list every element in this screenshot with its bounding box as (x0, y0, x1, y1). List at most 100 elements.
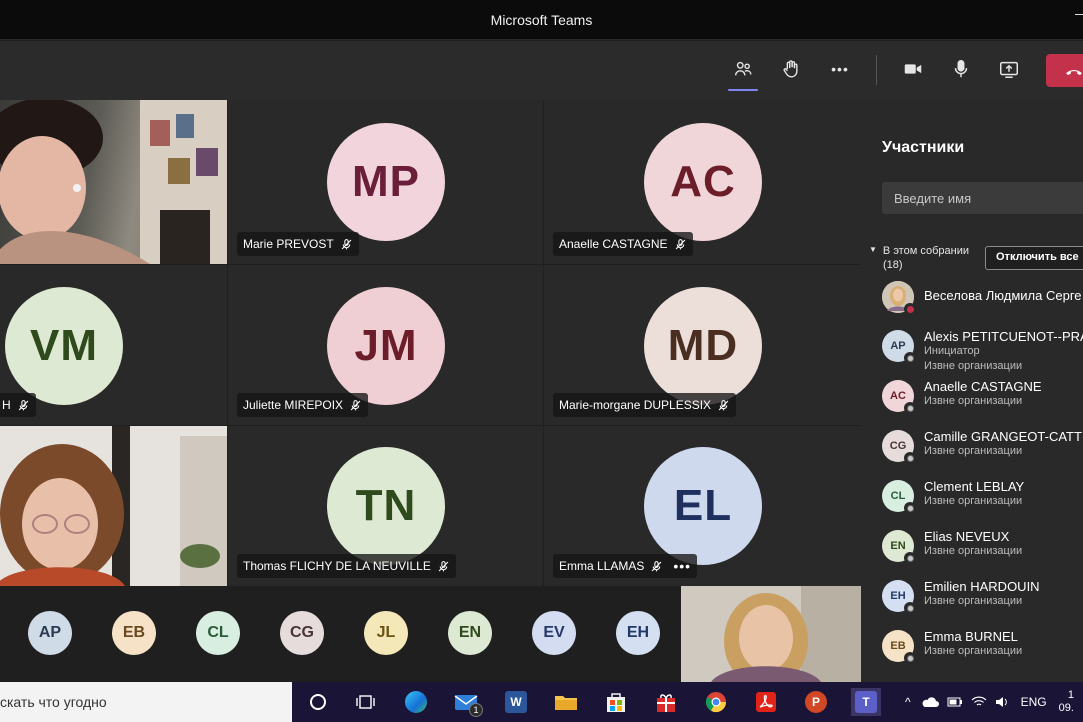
participant-list-item[interactable]: Веселова Людмила Серге (882, 277, 1083, 321)
participants-button[interactable] (727, 53, 759, 91)
participant-list-item[interactable]: CG Camille GRANGEOT-CATT Извне организации (882, 426, 1083, 470)
volume-icon[interactable] (995, 696, 1011, 708)
teams-icon: T (855, 691, 877, 713)
share-screen-button[interactable] (993, 53, 1025, 85)
microphone-button[interactable] (945, 53, 977, 85)
participant-list-item[interactable]: EH Emilien HARDOUIN Извне организации (882, 576, 1083, 620)
participant-initials: AC (890, 390, 906, 402)
mic-muted-icon (438, 560, 449, 571)
participant-role: Инициатор (924, 345, 980, 357)
participant-list-name: Elias NEVEUX (924, 529, 1010, 544)
self-view-video[interactable] (681, 586, 861, 682)
participant-list-item[interactable]: AP Alexis PETITCUENOT--PRA Инициатор Извне … (882, 326, 1083, 372)
overflow-participant-avatar[interactable]: AP (28, 611, 72, 655)
minimize-button[interactable] (1075, 14, 1083, 15)
participant-video (0, 426, 227, 586)
windows-taskbar: скать что угодно 1 W P T ^ ENG 1 09. (0, 682, 1083, 722)
word-button[interactable]: W (501, 688, 531, 716)
mute-all-button[interactable]: Отключить все (985, 246, 1083, 270)
word-icon: W (505, 691, 527, 713)
participant-initials: CL (890, 490, 906, 502)
participant-org: Извне организации (924, 395, 1023, 407)
participant-list-item[interactable]: EN Elias NEVEUX Извне организации (882, 526, 1083, 570)
overflow-participant-avatar[interactable]: EH (616, 611, 660, 655)
participant-video-tile[interactable] (0, 426, 227, 586)
participant-tile[interactable]: JM Juliette MIREPOIX (228, 265, 543, 425)
hang-up-button[interactable] (1046, 54, 1083, 87)
file-explorer-button[interactable] (551, 688, 581, 716)
participant-tile[interactable]: MP Marie PREVOST (228, 100, 543, 264)
more-options-button[interactable]: ••• (824, 53, 856, 85)
overflow-participant-avatar[interactable]: EB (112, 611, 156, 655)
participant-list-name: Anaelle CASTAGNE (924, 379, 1042, 394)
participant-name-tag: Emma LLAMAS ••• (553, 554, 698, 578)
participant-tile[interactable]: VM H (0, 265, 227, 425)
input-language[interactable]: ENG (1021, 695, 1047, 709)
mail-button[interactable]: 1 (451, 688, 483, 717)
participant-tile[interactable]: TN Thomas FLICHY DE LA NEUVILLE (228, 426, 543, 586)
edge-button[interactable] (401, 688, 431, 716)
participant-list-avatar: EB (882, 630, 916, 664)
participant-org: Извне организации (924, 545, 1023, 557)
participant-list-name: Alexis PETITCUENOT--PRA (924, 329, 1083, 344)
teams-taskbar-button[interactable]: T (851, 688, 881, 716)
tray-overflow-chevron-icon[interactable]: ^ (905, 695, 911, 709)
participant-list-avatar: EH (882, 580, 916, 614)
store-button[interactable] (601, 688, 631, 716)
participant-tile[interactable]: AC Anaelle CASTAGNE (544, 100, 861, 264)
participant-list-item[interactable]: CL Clement LEBLAY Извне организации (882, 476, 1083, 520)
presence-status-icon (904, 652, 916, 664)
participant-name: Emma LLAMAS (559, 559, 645, 573)
gift-app-button[interactable] (651, 688, 681, 716)
battery-icon[interactable] (947, 696, 963, 708)
overflow-participant-avatar[interactable]: JL (364, 611, 408, 655)
participant-org: Извне организации (924, 495, 1023, 507)
powerpoint-button[interactable]: P (801, 688, 831, 716)
raise-hand-icon (783, 60, 798, 78)
onedrive-cloud-icon[interactable] (921, 696, 939, 708)
participant-initials: EN (890, 540, 906, 552)
overflow-participant-avatar[interactable]: EV (532, 611, 576, 655)
participant-name: Anaelle CASTAGNE (559, 237, 668, 251)
in-meeting-section-toggle[interactable]: ▼ В этом собрании (18) (869, 243, 969, 272)
chrome-icon (705, 692, 727, 713)
participant-avatar: EL (644, 447, 762, 565)
cortana-button[interactable] (303, 688, 333, 716)
overflow-participant-avatar[interactable]: CG (280, 611, 324, 655)
more-options-icon: ••• (831, 61, 849, 77)
camera-button[interactable] (897, 53, 929, 85)
participant-list-avatar: AP (882, 330, 916, 364)
participant-list-item[interactable]: AC Anaelle CASTAGNE Извне организации (882, 376, 1083, 420)
overflow-participant-avatar[interactable]: EN (448, 611, 492, 655)
participant-tile[interactable]: MD Marie-morgane DUPLESSIX (544, 265, 861, 425)
chrome-button[interactable] (701, 688, 731, 716)
gift-icon (657, 694, 675, 712)
participant-name: Marie-morgane DUPLESSIX (559, 398, 712, 412)
participant-list-name: Веселова Людмила Серге (924, 288, 1082, 303)
overflow-participant-avatar[interactable]: CL (196, 611, 240, 655)
participant-name: Thomas FLICHY DE LA NEUVILLE (243, 559, 431, 573)
participant-initials: EB (890, 640, 906, 652)
clock[interactable]: 1 09. (1059, 689, 1074, 715)
participant-tile[interactable]: EL Emma LLAMAS ••• (544, 426, 861, 586)
self-view-image (681, 586, 861, 682)
participant-list-item[interactable]: EB Emma BURNEL Извне организации (882, 626, 1083, 670)
presence-status-icon (904, 552, 916, 564)
acrobat-button[interactable] (751, 688, 781, 716)
edge-icon (405, 691, 427, 713)
participant-name-tag: Anaelle CASTAGNE (553, 232, 693, 256)
wifi-icon[interactable] (971, 696, 987, 708)
participant-list-name: Clement LEBLAY (924, 479, 1025, 494)
participant-list-avatar: EN (882, 530, 916, 564)
participant-search-input[interactable]: Введите имя (882, 182, 1083, 214)
participant-video-tile[interactable] (0, 100, 227, 264)
mic-muted-icon (18, 399, 29, 410)
participant-list-name: Emma BURNEL (924, 629, 1018, 644)
taskbar-search-box[interactable]: скать что угодно (0, 682, 292, 722)
task-view-button[interactable] (351, 688, 381, 716)
tile-more-options-button[interactable]: ••• (673, 558, 691, 574)
folder-icon (555, 696, 577, 710)
participant-list-avatar (882, 281, 916, 315)
toolbar-separator (876, 55, 877, 85)
raise-hand-button[interactable] (775, 53, 807, 85)
